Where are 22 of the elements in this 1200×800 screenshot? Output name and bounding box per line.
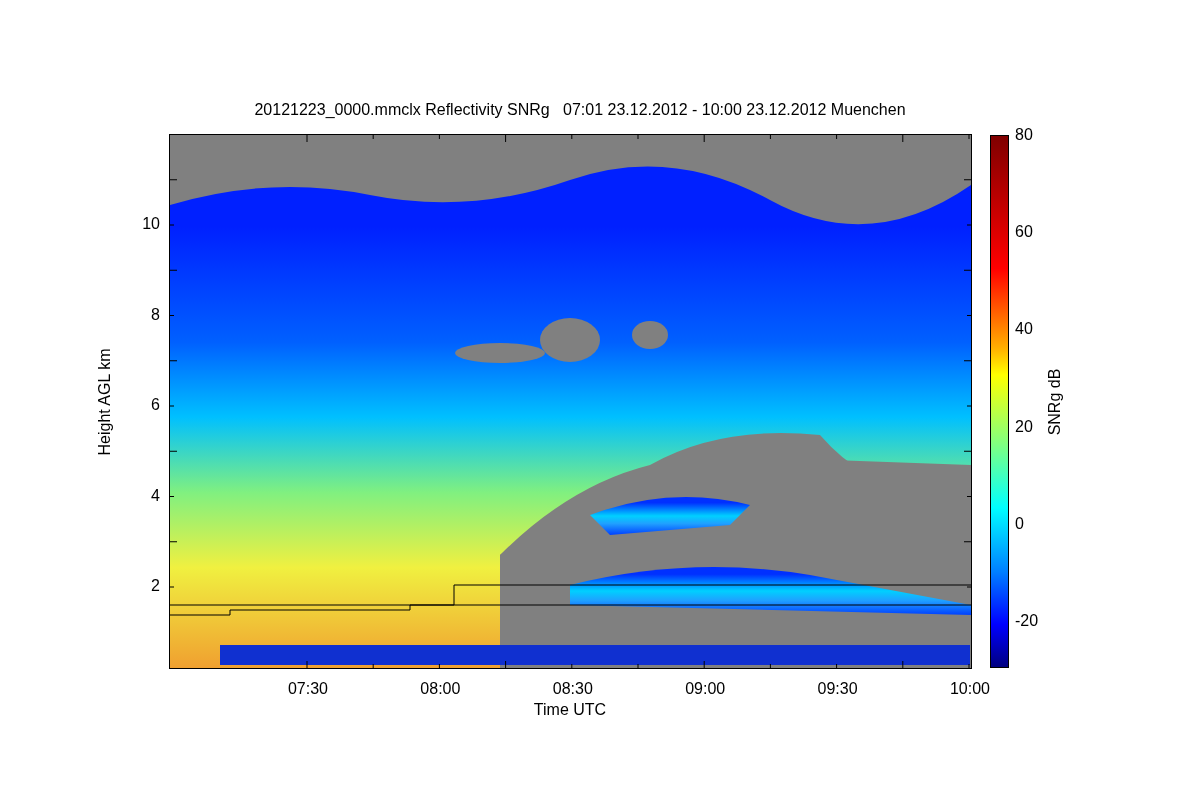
no-echo-gap — [632, 321, 668, 349]
x-tick-label: 09:30 — [816, 680, 859, 698]
y-axis-label: Height AGL km — [95, 347, 114, 458]
y-tick-label: 10 — [141, 215, 160, 233]
colorbar-label: SNRg dB — [1045, 367, 1064, 438]
y-tick-label: 8 — [150, 305, 160, 324]
x-tick-label: 10:00 — [948, 680, 991, 698]
colorbar-tick-label: 0 — [1015, 514, 1024, 533]
x-tick-label: 08:00 — [419, 680, 462, 698]
y-tick-label: 2 — [150, 577, 160, 595]
colorbar-tick-label: 20 — [1015, 417, 1033, 436]
colorbar-tick-label: -20 — [1015, 612, 1039, 630]
x-tick-label: 08:30 — [551, 680, 594, 698]
x-tick-label: 09:00 — [684, 680, 727, 698]
x-tick-label: 07:30 — [286, 680, 329, 698]
colorbar-tick-label: 80 — [1015, 126, 1033, 144]
y-tick-label: 4 — [150, 486, 160, 505]
x-axis-label: Time UTC — [532, 700, 608, 720]
colorbar-tick-label: 40 — [1015, 320, 1033, 339]
chart-title: 20121223_0000.mmclx Reflectivity SNRg 07:01 23.12.2012 - 10:00 23.12.2012 Muenchen — [253, 100, 907, 120]
y-tick-label: 6 — [150, 396, 160, 414]
colorbar-tick-label: 60 — [1015, 223, 1033, 242]
